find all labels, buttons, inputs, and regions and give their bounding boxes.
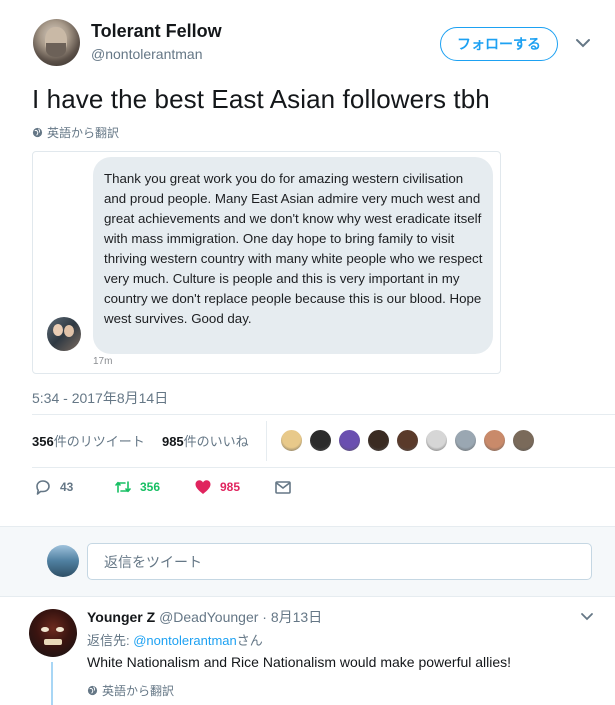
reply-action[interactable]: 43 bbox=[34, 478, 73, 496]
reply-count: 43 bbox=[60, 480, 74, 494]
liker-avatar[interactable] bbox=[396, 429, 419, 452]
retweet-icon bbox=[115, 481, 131, 493]
reply-separator: · bbox=[262, 609, 267, 625]
author-handle[interactable]: @nontolerantman bbox=[91, 46, 203, 62]
direct-message-action[interactable] bbox=[274, 478, 292, 496]
reply-header: Younger Z @DeadYounger · 8月13日 bbox=[87, 607, 322, 627]
liker-avatar[interactable] bbox=[338, 429, 361, 452]
reply-translate-label: 英語から翻訳 bbox=[102, 684, 175, 698]
chevron-down-icon[interactable] bbox=[574, 36, 592, 50]
divider bbox=[32, 467, 615, 468]
reply-author-name[interactable]: Younger Z bbox=[87, 609, 155, 625]
tweet-timestamp: 5:34 - 2017年8月14日 bbox=[32, 390, 169, 406]
replying-to-link[interactable]: @nontolerantman bbox=[133, 633, 237, 648]
liker-avatar[interactable] bbox=[425, 429, 448, 452]
reply-author-avatar[interactable] bbox=[29, 609, 77, 657]
globe-icon bbox=[87, 685, 98, 696]
retweets-label: 件のリツイート bbox=[53, 434, 145, 449]
like-count: 985 bbox=[220, 480, 241, 494]
embedded-image[interactable]: Thank you great work you do for amazing … bbox=[32, 151, 501, 374]
replying-prefix: 返信先: bbox=[87, 633, 134, 648]
replying-suffix: さん bbox=[236, 633, 263, 648]
message-text: Thank you great work you do for amazing … bbox=[104, 171, 483, 326]
retweet-action[interactable]: 356 bbox=[114, 478, 160, 496]
globe-icon bbox=[32, 127, 43, 138]
retweets-stat[interactable]: 356件のリツイート bbox=[32, 434, 145, 449]
liker-avatar[interactable] bbox=[280, 429, 303, 452]
liker-avatars bbox=[280, 429, 535, 452]
liker-avatar[interactable] bbox=[309, 429, 332, 452]
replying-to: 返信先: @nontolerantmanさん bbox=[87, 630, 263, 649]
follow-button[interactable]: フォローする bbox=[440, 27, 558, 61]
engagement-stats: 356件のリツイート 985件のいいね bbox=[32, 431, 249, 450]
message-avatar bbox=[47, 317, 81, 351]
likes-stat[interactable]: 985件のいいね bbox=[162, 434, 249, 449]
reply-input[interactable]: 返信をツイート bbox=[87, 543, 592, 580]
like-action[interactable]: 985 bbox=[194, 478, 240, 496]
message-time: 17m bbox=[93, 356, 113, 367]
author-name[interactable]: Tolerant Fellow bbox=[91, 21, 222, 42]
stats-separator bbox=[266, 421, 267, 461]
liker-avatar[interactable] bbox=[512, 429, 535, 452]
thread-line bbox=[51, 662, 53, 705]
liker-avatar[interactable] bbox=[367, 429, 390, 452]
translate-link[interactable]: 英語から翻訳 bbox=[32, 124, 119, 141]
heart-icon bbox=[195, 480, 211, 494]
chevron-down-icon[interactable] bbox=[580, 612, 594, 622]
retweet-count: 356 bbox=[140, 480, 161, 494]
divider bbox=[32, 414, 615, 415]
envelope-icon bbox=[275, 481, 291, 494]
reply-icon bbox=[36, 480, 50, 495]
reply-author-handle[interactable]: @DeadYounger bbox=[159, 609, 258, 625]
reply-date[interactable]: 8月13日 bbox=[271, 609, 322, 625]
liker-avatar[interactable] bbox=[454, 429, 477, 452]
tweet-text: I have the best East Asian followers tbh bbox=[32, 84, 490, 114]
reply-text: White Nationalism and Rice Nationalism w… bbox=[87, 654, 512, 670]
author-avatar[interactable] bbox=[33, 19, 80, 66]
translate-label: 英語から翻訳 bbox=[47, 126, 120, 140]
likes-count: 985 bbox=[161, 434, 184, 449]
retweets-count: 356 bbox=[32, 434, 54, 449]
likes-label: 件のいいね bbox=[183, 434, 249, 449]
current-user-avatar bbox=[47, 545, 79, 577]
reply-translate-link[interactable]: 英語から翻訳 bbox=[87, 682, 174, 699]
liker-avatar[interactable] bbox=[483, 429, 506, 452]
